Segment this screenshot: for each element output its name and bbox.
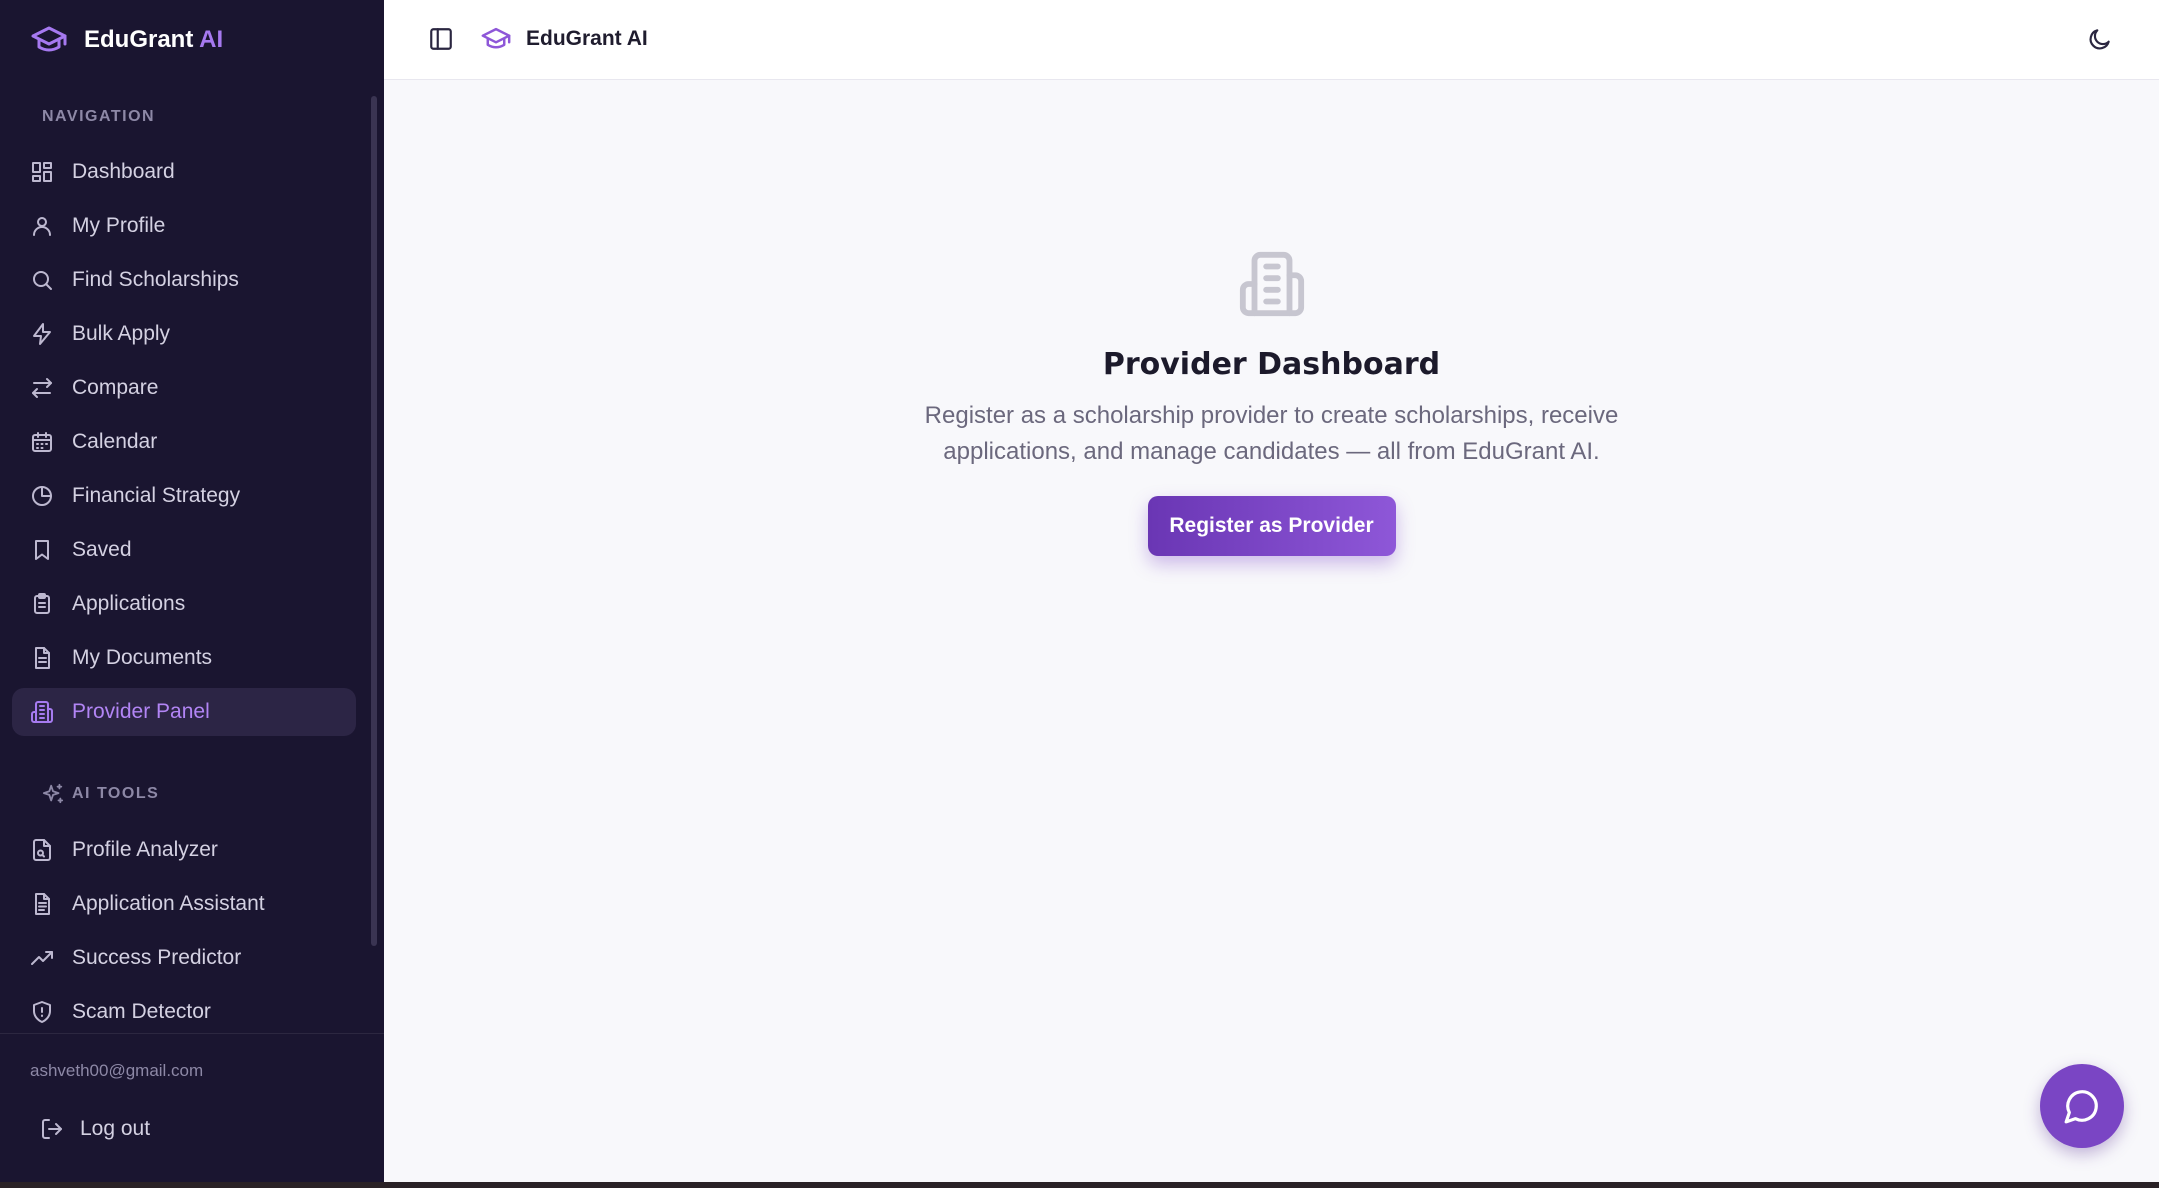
clipboard-icon — [34, 593, 50, 614]
sidebar-item-label: Financial Strategy — [72, 484, 241, 507]
sidebar-item-my-profile[interactable]: My Profile — [12, 202, 356, 250]
logout-label: Log out — [80, 1117, 151, 1140]
sidebar-item-dashboard[interactable]: Dashboard — [12, 148, 356, 196]
sidebar-item-financial-strategy[interactable]: Financial Strategy — [12, 472, 356, 520]
sidebar-item-label: Dashboard — [72, 160, 175, 183]
chat-bubble-icon — [2064, 1090, 2098, 1124]
sidebar-item-find-scholarships[interactable]: Find Scholarships — [12, 256, 356, 304]
graduation-cap-icon — [31, 26, 67, 52]
sidebar-footer: ashveth00@gmail.com Log out — [0, 1033, 384, 1182]
sidebar-item-label: Saved — [72, 538, 132, 561]
sidebar-item-label: Success Predictor — [72, 946, 242, 969]
sidebar-toggle-button[interactable] — [428, 26, 454, 52]
sidebar-scrollbar[interactable] — [370, 92, 378, 952]
dashboard-grid-icon — [32, 162, 52, 182]
logout-icon — [42, 1119, 62, 1139]
calendar-icon — [32, 432, 52, 452]
pie-chart-icon — [32, 486, 52, 506]
sidebar-item-label: Calendar — [72, 430, 158, 453]
user-email: ashveth00@gmail.com — [30, 1061, 204, 1080]
user-icon — [33, 217, 51, 236]
sidebar-item-label: Application Assistant — [72, 892, 265, 915]
header-title: EduGrant AI — [526, 27, 648, 50]
building-icon — [1237, 249, 1307, 319]
register-provider-button[interactable]: Register as Provider — [1147, 496, 1396, 556]
header-brand[interactable]: EduGrant AI — [480, 22, 648, 56]
sidebar: EduGrant AI NAVIGATION Dashboard My Prof… — [0, 0, 384, 1182]
arrows-swap-icon — [32, 378, 52, 398]
file-search-icon — [33, 839, 51, 861]
lightning-icon — [33, 323, 51, 345]
taskbar-edge — [0, 1182, 2159, 1188]
sidebar-item-label: Bulk Apply — [72, 322, 171, 345]
sidebar-item-applications[interactable]: Applications — [12, 580, 356, 628]
sidebar-nav: NAVIGATION Dashboard My Profile Find Sch… — [0, 84, 384, 1034]
chat-button[interactable] — [2040, 1064, 2124, 1148]
top-header: EduGrant AI — [384, 0, 2159, 80]
provider-empty-state: Provider Dashboard Register as a scholar… — [384, 249, 2159, 556]
sidebar-item-scam-detector[interactable]: Scam Detector — [12, 988, 356, 1034]
sidebar-item-profile-analyzer[interactable]: Profile Analyzer — [12, 826, 356, 874]
sidebar-item-label: My Documents — [72, 646, 213, 669]
document-icon — [35, 647, 50, 669]
graduation-cap-icon — [481, 27, 511, 49]
sidebar-brand[interactable]: EduGrant AI — [30, 22, 223, 58]
scrollbar-thumb[interactable] — [371, 96, 377, 946]
sparkles-icon — [42, 783, 64, 804]
sidebar-item-saved[interactable]: Saved — [12, 526, 356, 574]
ai-tools-section-label: AI TOOLS — [42, 783, 159, 805]
sidebar-item-label: Provider Panel — [72, 700, 210, 723]
document-text-icon — [35, 893, 50, 915]
sidebar-item-success-predictor[interactable]: Success Predictor — [12, 934, 356, 982]
sidebar-item-label: Applications — [72, 592, 186, 615]
sidebar-item-label: Compare — [72, 376, 159, 399]
search-icon — [33, 271, 52, 290]
sidebar-item-label: Scam Detector — [72, 1000, 211, 1023]
sidebar-item-bulk-apply[interactable]: Bulk Apply — [12, 310, 356, 358]
page-title: Provider Dashboard — [1102, 347, 1441, 382]
sidebar-item-label: My Profile — [72, 214, 166, 237]
sidebar-item-label: Find Scholarships — [72, 268, 239, 291]
sidebar-item-calendar[interactable]: Calendar — [12, 418, 356, 466]
sidebar-item-compare[interactable]: Compare — [12, 364, 356, 412]
sidebar-brand-name: EduGrant AI — [84, 26, 224, 53]
sidebar-item-label: Profile Analyzer — [72, 838, 218, 861]
sidebar-item-application-assistant[interactable]: Application Assistant — [12, 880, 356, 928]
shield-icon — [33, 1001, 51, 1023]
sidebar-panel-icon — [430, 28, 452, 50]
page-description: Register as a scholarship provider to cr… — [924, 402, 1619, 465]
building-icon — [31, 701, 53, 723]
logout-button[interactable]: Log out — [30, 1108, 160, 1150]
nav-section-label: NAVIGATION — [42, 108, 156, 125]
moon-icon — [2089, 29, 2110, 50]
sidebar-item-my-documents[interactable]: My Documents — [12, 634, 356, 682]
main-content: Provider Dashboard Register as a scholar… — [384, 81, 2159, 1182]
trending-up-icon — [31, 951, 53, 965]
sidebar-item-provider-panel[interactable]: Provider Panel — [12, 688, 356, 736]
bookmark-icon — [35, 540, 49, 560]
theme-toggle-button[interactable] — [2087, 26, 2113, 52]
